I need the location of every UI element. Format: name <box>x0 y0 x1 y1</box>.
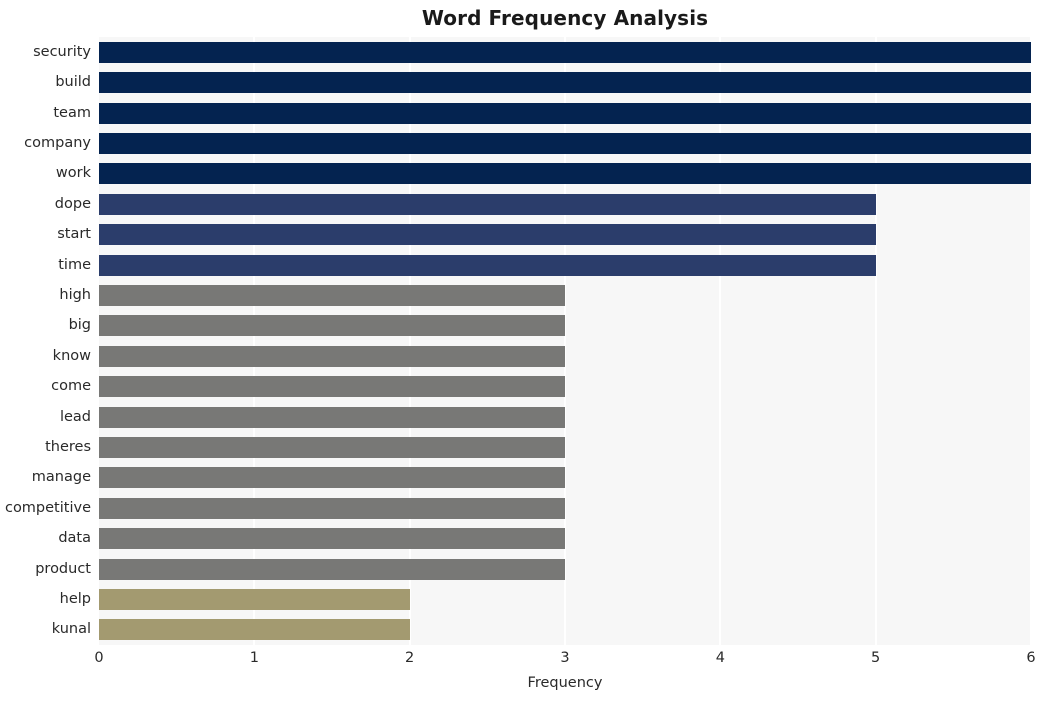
y-tick-label: work <box>55 165 91 182</box>
y-tick-label: time <box>58 256 91 273</box>
x-axis-tick-labels: 0 1 2 3 4 5 6 <box>0 648 1039 672</box>
y-tick-label: team <box>53 104 91 121</box>
y-tick-label: security <box>33 43 91 60</box>
x-tick-label: 0 <box>94 650 104 666</box>
y-tick-label: theres <box>45 438 91 455</box>
x-tick-label: 5 <box>871 650 881 666</box>
y-tick-label: know <box>52 347 91 364</box>
y-tick-label: company <box>24 134 91 151</box>
y-tick-label: kunal <box>51 621 91 638</box>
word-frequency-chart: Word Frequency Analysis security build tea… <box>0 0 1039 701</box>
y-tick-label: high <box>59 286 91 303</box>
y-tick-label: dope <box>54 195 91 212</box>
y-tick-label: lead <box>59 408 91 425</box>
y-tick-label: competitive <box>4 499 91 516</box>
y-tick-label: start <box>57 226 91 243</box>
y-tick-label: product <box>35 560 91 577</box>
y-tick-label: help <box>59 590 91 607</box>
x-tick-label: 4 <box>715 650 725 666</box>
chart-title: Word Frequency Analysis <box>421 6 709 30</box>
y-tick-label: big <box>68 317 91 334</box>
x-tick-label: 6 <box>1026 650 1036 666</box>
y-tick-label: manage <box>31 469 91 486</box>
x-axis-label: Frequency <box>527 675 603 691</box>
y-tick-label: come <box>51 378 91 395</box>
x-tick-label: 1 <box>249 650 259 666</box>
y-axis-tick-labels: security build team company work dope start tim… <box>0 37 1039 645</box>
x-tick-label: 2 <box>405 650 415 666</box>
x-tick-label: 3 <box>560 650 570 666</box>
y-tick-label: data <box>58 530 91 547</box>
y-tick-label: build <box>55 74 91 91</box>
